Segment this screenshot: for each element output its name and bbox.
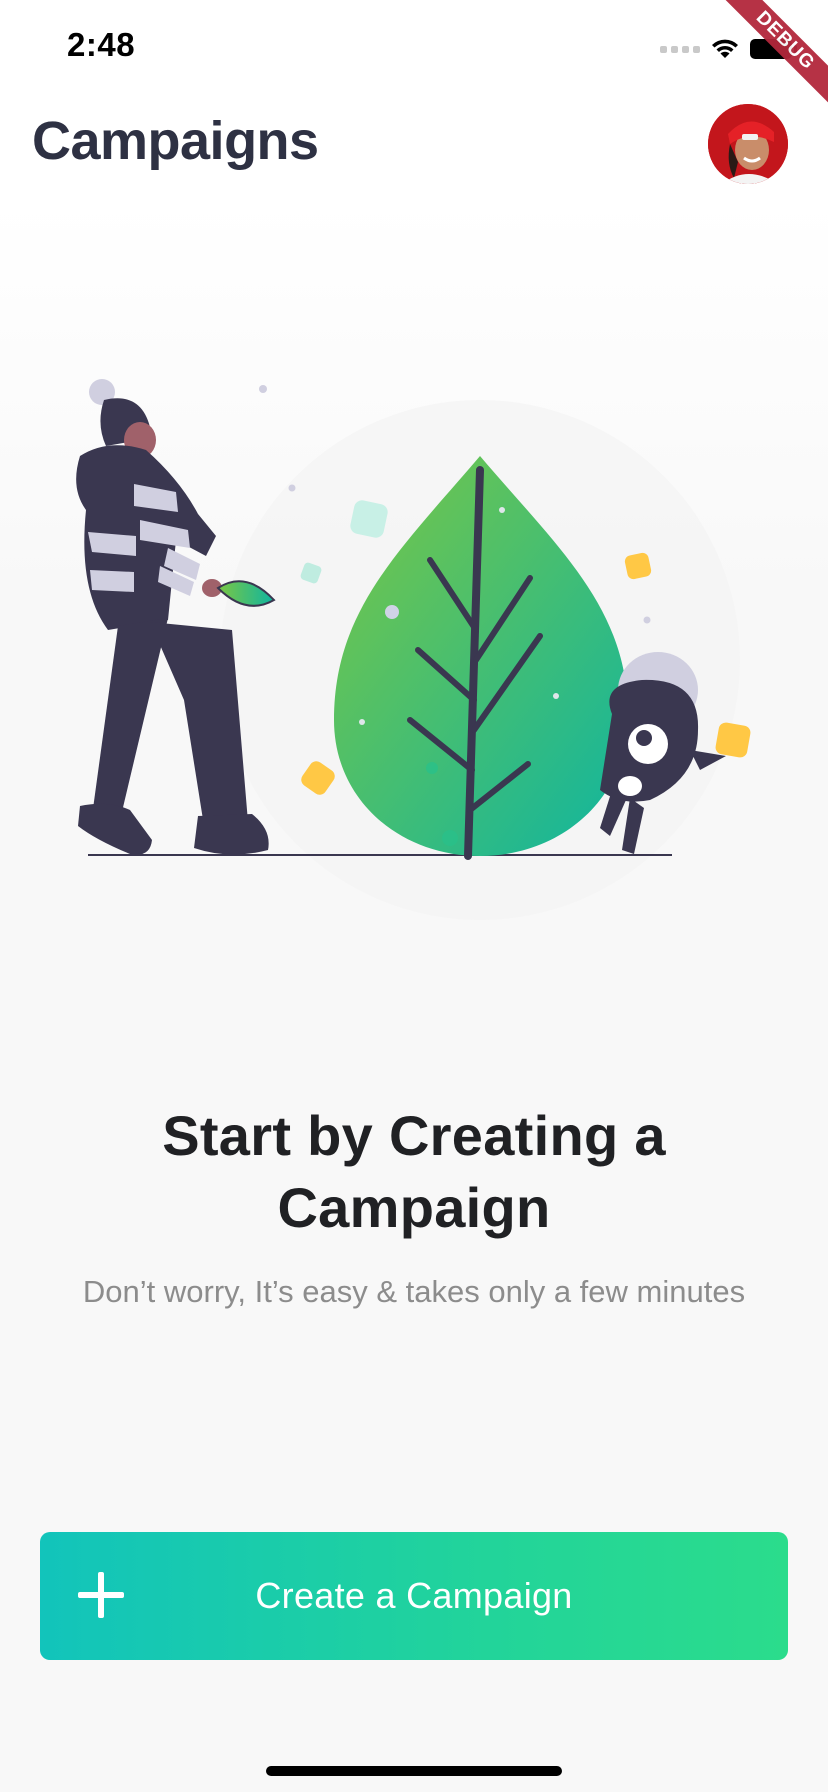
avatar[interactable] [708, 104, 788, 184]
empty-state-title: Start by Creating a Campaign [162, 1104, 666, 1239]
page-title: Campaigns [32, 111, 319, 171]
cellular-signal-icon [660, 45, 700, 53]
home-indicator[interactable] [266, 1766, 562, 1776]
empty-state-subtitle: Don’t worry, It’s easy & takes only a fe… [82, 1274, 746, 1309]
screen: 2:48 DEBUG Campaigns Start by Creating a… [0, 0, 828, 1792]
plus-icon [78, 1572, 124, 1618]
create-campaign-button[interactable]: Create a Campaign [40, 1532, 788, 1660]
status-time: 2:48 [67, 26, 136, 63]
wifi-icon [712, 39, 738, 58]
status-icons [660, 34, 797, 64]
create-campaign-label: Create a Campaign [255, 1575, 573, 1616]
avatar-image [708, 104, 788, 184]
empty-state-illustration [76, 379, 751, 920]
battery-icon [750, 39, 797, 59]
